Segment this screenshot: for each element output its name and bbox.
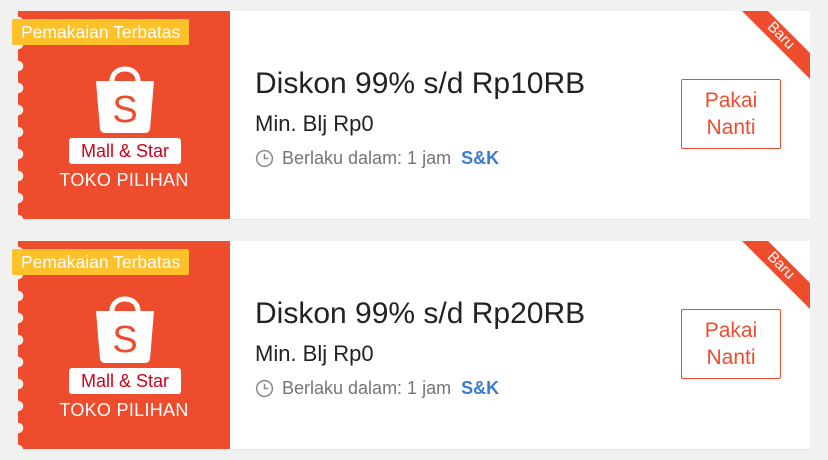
validity-row: Berlaku dalam: 1 jam S&K <box>255 148 499 169</box>
clock-icon <box>255 379 274 398</box>
mall-star-badge: Mall & Star <box>69 138 181 164</box>
voucher-card[interactable]: Pemakaian Terbatas S Mall & Star TOKO PI… <box>0 241 810 449</box>
voucher-card[interactable]: Pemakaian Terbatas S Mall & Star TOKO PI… <box>0 11 810 219</box>
mall-star-badge: Mall & Star <box>69 368 181 394</box>
use-later-label-2: Nanti <box>706 116 756 139</box>
bag-letter: S <box>112 89 137 131</box>
limited-usage-tag: Pemakaian Terbatas <box>12 19 190 45</box>
bag-letter: S <box>112 319 137 361</box>
shopping-bag-icon: S <box>96 296 154 363</box>
min-purchase: Min. Blj Rp0 <box>255 341 374 366</box>
shopping-bag-icon: S <box>96 66 154 133</box>
store-label: TOKO PILIHAN <box>59 170 189 190</box>
clock-icon <box>255 149 274 168</box>
use-later-button[interactable]: Pakai Nanti <box>681 79 781 149</box>
voucher-title: Diskon 99% s/d Rp20RB <box>255 297 586 330</box>
use-later-label-1: Pakai <box>704 89 758 112</box>
use-later-label-1: Pakai <box>704 319 758 342</box>
terms-link[interactable]: S&K <box>461 378 499 399</box>
min-purchase: Min. Blj Rp0 <box>255 111 374 136</box>
voucher-title: Diskon 99% s/d Rp10RB <box>255 67 586 100</box>
terms-link[interactable]: S&K <box>461 148 499 169</box>
validity-text: Berlaku dalam: 1 jam <box>282 378 452 398</box>
validity-text: Berlaku dalam: 1 jam <box>282 148 452 168</box>
store-label: TOKO PILIHAN <box>59 400 189 420</box>
use-later-button[interactable]: Pakai Nanti <box>681 309 781 379</box>
voucher-details: Diskon 99% s/d Rp10RB Min. Blj Rp0 Berla… <box>230 11 810 219</box>
limited-usage-tag: Pemakaian Terbatas <box>12 249 190 275</box>
validity-row: Berlaku dalam: 1 jam S&K <box>255 378 499 399</box>
voucher-details: Diskon 99% s/d Rp20RB Min. Blj Rp0 Berla… <box>230 241 810 449</box>
use-later-label-2: Nanti <box>706 346 756 369</box>
